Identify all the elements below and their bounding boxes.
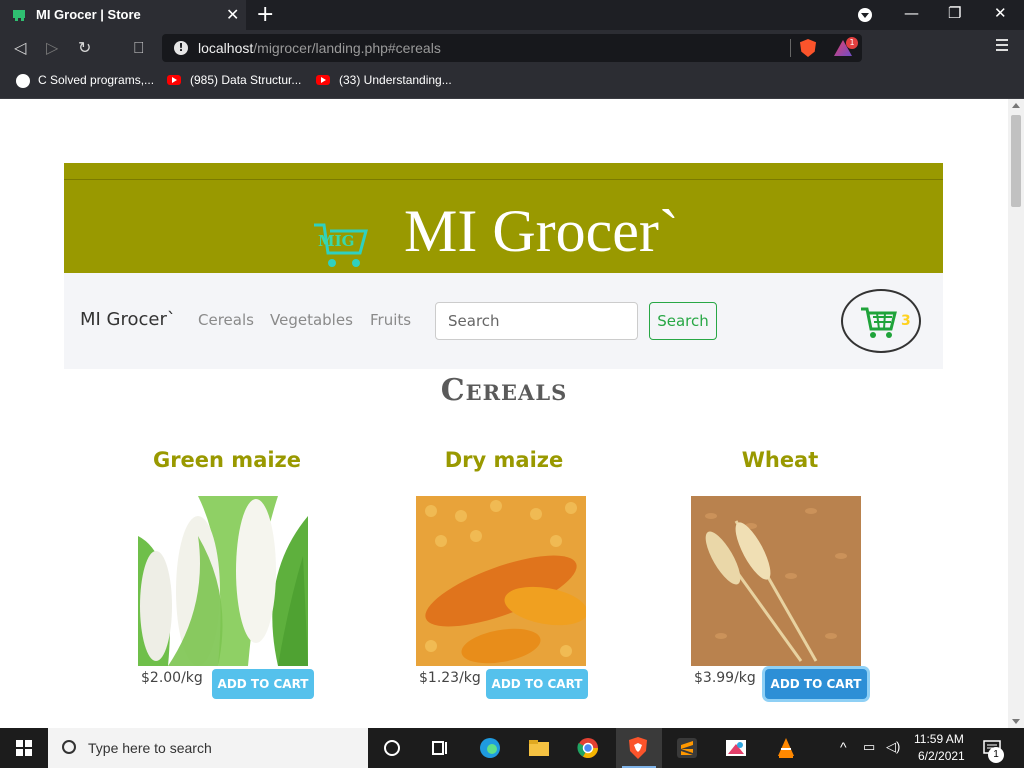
search-input[interactable] — [435, 302, 638, 340]
browser-menu-icon[interactable] — [996, 39, 1008, 51]
snipping-tool-icon[interactable] — [724, 736, 748, 760]
nav-link-fruits[interactable]: Fruits — [370, 311, 411, 329]
product-price: $1.23/kg — [419, 670, 481, 686]
clock-date[interactable]: 6/2/2021 — [918, 749, 965, 763]
bookmark-item-understanding[interactable]: (33) Understanding... — [339, 73, 452, 87]
bookmarks-bar: C Solved programs,... (985) Data Structu… — [0, 66, 1024, 99]
address-bar[interactable]: ! localhost/migrocer/landing.php#cereals… — [162, 34, 862, 62]
cart-button[interactable]: 3 — [841, 289, 921, 353]
forward-icon[interactable]: ▷ — [46, 38, 58, 57]
shopping-cart-icon — [861, 307, 897, 338]
tab-title: MI Grocer | Store — [36, 7, 141, 22]
brave-browser-icon[interactable] — [626, 736, 650, 760]
mig-logo-icon: MIG — [314, 223, 368, 267]
url-separator — [790, 39, 791, 57]
add-to-cart-button[interactable]: ADD TO CART — [765, 669, 867, 699]
browser-toolbar: ◁ ▷ ↻ ⎕ ! localhost/migrocer/landing.php… — [0, 30, 1024, 66]
cart-favicon-icon — [13, 10, 25, 21]
green-maize-image — [138, 496, 308, 666]
wheat-image — [691, 496, 861, 666]
cart-count: 3 — [901, 313, 911, 329]
new-tab-icon[interactable]: + — [256, 2, 274, 27]
navbar-brand[interactable]: MI Grocer` — [80, 309, 176, 330]
browser-tab-bar: MI Grocer | Store ✕ + — ❐ ✕ — [0, 0, 1024, 30]
minimize-icon[interactable]: — — [904, 4, 919, 22]
product-price: $2.00/kg — [141, 670, 203, 686]
banner-title: MI Grocer` — [404, 198, 679, 264]
taskbar-search-box[interactable]: Type here to search — [48, 728, 368, 768]
edge-icon[interactable] — [478, 736, 502, 760]
nav-link-vegetables[interactable]: Vegetables — [270, 311, 353, 329]
bookmark-item-c-programs[interactable]: C Solved programs,... — [38, 73, 154, 87]
chrome-icon[interactable] — [576, 736, 600, 760]
reload-icon[interactable]: ↻ — [78, 38, 91, 57]
scroll-thumb[interactable] — [1011, 115, 1021, 207]
browser-tab[interactable]: MI Grocer | Store ✕ — [0, 0, 246, 30]
section-title: Cereals — [440, 373, 568, 408]
close-window-icon[interactable]: ✕ — [994, 4, 1007, 22]
bookmark-item-data-structures[interactable]: (985) Data Structur... — [190, 73, 301, 87]
site-banner: MIG MI Grocer` — [64, 163, 943, 273]
add-to-cart-button[interactable]: ADD TO CART — [486, 669, 588, 699]
taskbar-search-placeholder: Type here to search — [88, 740, 212, 756]
globe-icon — [16, 74, 30, 88]
vlc-icon[interactable] — [774, 736, 798, 760]
brave-shields-icon[interactable] — [800, 39, 816, 57]
windows-start-icon[interactable] — [16, 740, 32, 756]
restore-icon[interactable]: ❐ — [948, 4, 961, 22]
nav-link-cereals[interactable]: Cereals — [198, 311, 254, 329]
product-name: Green maize — [152, 448, 302, 472]
banner-divider — [64, 179, 943, 180]
product-price: $3.99/kg — [694, 670, 756, 686]
tab-search-dropdown-icon[interactable] — [858, 8, 872, 22]
file-explorer-icon[interactable] — [527, 736, 551, 760]
volume-icon[interactable]: ◁) — [886, 739, 900, 755]
url-text[interactable]: localhost/migrocer/landing.php#cereals — [198, 40, 441, 56]
youtube-icon — [316, 75, 330, 85]
product-name: Dry maize — [444, 448, 564, 472]
site-info-icon[interactable]: ! — [174, 41, 188, 55]
youtube-icon — [167, 75, 181, 85]
task-view-icon[interactable] — [428, 736, 452, 760]
site-navbar: MI Grocer` Cereals Vegetables Fruits Sea… — [64, 273, 943, 369]
page-viewport: MIG MI Grocer` MI Grocer` Cereals Vegeta… — [0, 99, 1008, 728]
scroll-down-icon[interactable] — [1012, 719, 1020, 724]
svg-text:MIG: MIG — [318, 232, 354, 250]
product-name: Wheat — [741, 448, 819, 472]
tray-expand-icon[interactable]: ^ — [840, 739, 847, 755]
dry-maize-image — [416, 496, 586, 666]
add-to-cart-button[interactable]: ADD TO CART — [212, 669, 314, 699]
clock-time[interactable]: 11:59 AM — [914, 732, 964, 746]
search-icon — [62, 740, 76, 754]
tab-close-icon[interactable]: ✕ — [226, 5, 239, 24]
windows-taskbar: Type here to search ^ ▭ ◁) 11:59 AM 6/2/… — [0, 728, 1024, 768]
scroll-up-icon[interactable] — [1012, 103, 1020, 108]
notification-badge: 1 — [988, 747, 1004, 763]
sublime-text-icon[interactable] — [675, 736, 699, 760]
network-icon[interactable]: ▭ — [863, 739, 875, 755]
search-button[interactable]: Search — [649, 302, 717, 340]
rewards-badge: 1 — [846, 37, 858, 49]
page-scrollbar[interactable] — [1008, 99, 1024, 728]
back-icon[interactable]: ◁ — [14, 38, 26, 57]
cortana-icon[interactable] — [380, 736, 404, 760]
bookmark-icon[interactable]: ⎕ — [134, 38, 144, 58]
